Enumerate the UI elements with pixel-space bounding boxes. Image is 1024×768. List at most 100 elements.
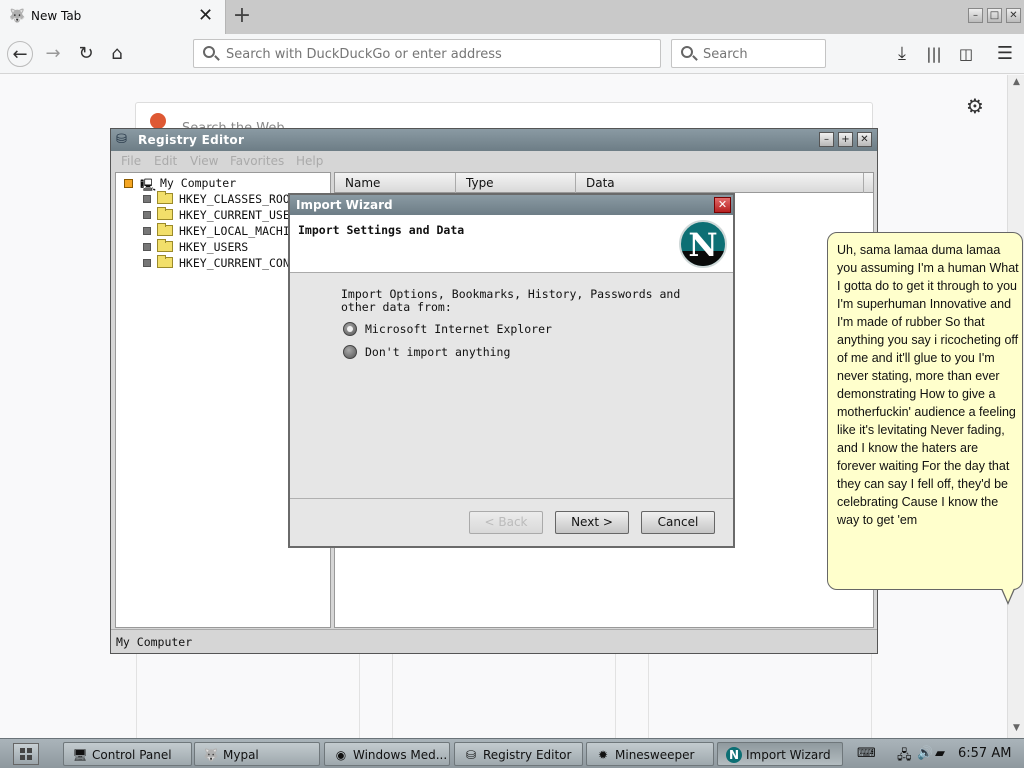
expand-icon[interactable] [143, 243, 151, 251]
taskbar-item-registry-editor[interactable]: ⛁ Registry Editor [454, 742, 583, 766]
divider [615, 650, 616, 740]
taskbar-label: Control Panel [92, 748, 172, 762]
regedit-icon: ⛁ [116, 132, 127, 147]
divider [359, 650, 360, 740]
expand-icon[interactable] [143, 211, 151, 219]
menu-view[interactable]: View [190, 154, 218, 168]
cancel-button[interactable]: Cancel [641, 511, 715, 534]
status-text: My Computer [116, 635, 193, 649]
menu-help[interactable]: Help [296, 154, 323, 168]
tree-node-marker [124, 179, 133, 188]
status-bar: My Computer [111, 629, 877, 653]
duckduckgo-icon [150, 113, 166, 129]
folder-icon [157, 191, 173, 204]
wizard-header: Import Settings and Data N [290, 215, 733, 273]
expand-icon[interactable] [143, 227, 151, 235]
logo-letter: N [688, 226, 718, 264]
back-icon[interactable]: ← [7, 41, 33, 67]
option-label: Don't import anything [365, 345, 511, 359]
registry-editor-titlebar[interactable]: ⛁ Registry Editor – + ✕ [111, 129, 877, 151]
folder-icon [157, 255, 173, 268]
volume-icon[interactable]: 🔊 [917, 746, 933, 761]
expand-icon[interactable] [143, 195, 151, 203]
media-player-icon: ◉ [335, 748, 347, 762]
menu-edit[interactable]: Edit [154, 154, 177, 168]
search-input[interactable] [703, 46, 818, 62]
wizard-titlebar[interactable]: Import Wizard ✕ [290, 195, 733, 215]
library-icon[interactable]: ||| [921, 41, 947, 67]
taskbar: 🖥 Control Panel 🐺 Mypal ◉ Windows Med...… [0, 738, 1024, 768]
reload-icon[interactable]: ↻ [73, 41, 99, 67]
netscape-logo-icon: N [679, 220, 727, 268]
bubble-text: Uh, sama lamaa duma lamaa you assuming I… [837, 243, 1019, 527]
speech-bubble-tail [1001, 588, 1015, 605]
folder-icon [157, 239, 173, 252]
dialog-title: Import Wizard [296, 198, 393, 212]
window-title: Registry Editor [138, 133, 245, 147]
radio-button[interactable] [343, 345, 357, 359]
mypal-icon: 🐺 [9, 9, 26, 24]
menu-icon[interactable]: ☰ [992, 41, 1018, 67]
downloads-icon[interactable]: ⤓ [889, 41, 915, 67]
scroll-up-icon[interactable]: ▲ [1011, 77, 1022, 87]
sidebar-icon[interactable]: ◫ [953, 41, 979, 67]
gear-icon[interactable]: ⚙ [966, 94, 984, 118]
back-button[interactable]: < Back [469, 511, 543, 534]
minimize-window-button[interactable]: – [968, 8, 983, 23]
system-tray: ⌨ 🖧 🔊 ▰ 6:57 AM [855, 742, 1020, 766]
scroll-down-icon[interactable]: ▼ [1011, 723, 1022, 733]
search-icon [681, 46, 693, 58]
tab-new-tab[interactable]: 🐺 New Tab ✕ [0, 0, 226, 34]
start-button[interactable] [13, 743, 39, 765]
tab-bar: 🐺 New Tab ✕ + – □ ✕ [0, 0, 1024, 34]
battery-icon[interactable]: ▰ [935, 746, 945, 761]
close-button[interactable]: ✕ [857, 132, 872, 147]
tree-label: HKEY_LOCAL_MACHINE [179, 224, 304, 238]
menu-favorites[interactable]: Favorites [230, 154, 284, 168]
wizard-footer: < Back Next > Cancel [290, 498, 733, 546]
taskbar-item-windows-media[interactable]: ◉ Windows Med... [324, 742, 450, 766]
close-icon[interactable]: ✕ [714, 197, 731, 213]
computer-icon: 🖳 [140, 178, 157, 192]
search-icon [203, 46, 215, 58]
tab-title: New Tab [31, 9, 82, 23]
speech-bubble: Uh, sama lamaa duma lamaa you assuming I… [827, 232, 1023, 590]
divider [136, 650, 137, 740]
url-input[interactable] [226, 46, 646, 62]
new-tab-button[interactable]: + [229, 3, 255, 29]
maximize-window-button[interactable]: □ [987, 8, 1002, 23]
taskbar-item-import-wizard[interactable]: N Import Wizard [717, 742, 843, 766]
navigation-toolbar: ← → ↻ ⌂ ⤓ ||| ◫ ☰ [0, 34, 1024, 74]
folder-icon [157, 223, 173, 236]
radio-button[interactable] [343, 322, 357, 336]
column-data[interactable]: Data [576, 173, 864, 193]
taskbar-item-control-panel[interactable]: 🖥 Control Panel [63, 742, 192, 766]
forward-icon[interactable]: → [40, 41, 66, 67]
next-button[interactable]: Next > [555, 511, 629, 534]
clock[interactable]: 6:57 AM [958, 746, 1011, 761]
close-tab-icon[interactable]: ✕ [198, 5, 213, 27]
taskbar-item-minesweeper[interactable]: ✹ Minesweeper [586, 742, 714, 766]
tree-label: HKEY_CLASSES_ROOT [179, 192, 297, 206]
divider [871, 650, 872, 740]
menu-file[interactable]: File [121, 154, 141, 168]
maximize-button[interactable]: + [838, 132, 853, 147]
url-bar[interactable] [193, 39, 661, 68]
netscape-icon: N [726, 747, 742, 763]
search-box[interactable] [671, 39, 826, 68]
close-window-button[interactable]: ✕ [1006, 8, 1021, 23]
wizard-heading: Import Settings and Data [298, 223, 465, 237]
column-type[interactable]: Type [456, 173, 576, 193]
taskbar-label: Windows Med... [353, 748, 448, 762]
minimize-button[interactable]: – [819, 132, 834, 147]
keyboard-icon[interactable]: ⌨ [857, 746, 876, 761]
expand-icon[interactable] [143, 259, 151, 267]
tree-label: HKEY_USERS [179, 240, 249, 254]
minesweeper-icon: ✹ [597, 748, 609, 762]
option-label: Microsoft Internet Explorer [365, 322, 552, 336]
taskbar-item-mypal[interactable]: 🐺 Mypal [194, 742, 320, 766]
regedit-icon: ⛁ [465, 748, 477, 762]
column-name[interactable]: Name [335, 173, 456, 193]
home-icon[interactable]: ⌂ [104, 41, 130, 67]
network-icon[interactable]: 🖧 [897, 746, 912, 768]
